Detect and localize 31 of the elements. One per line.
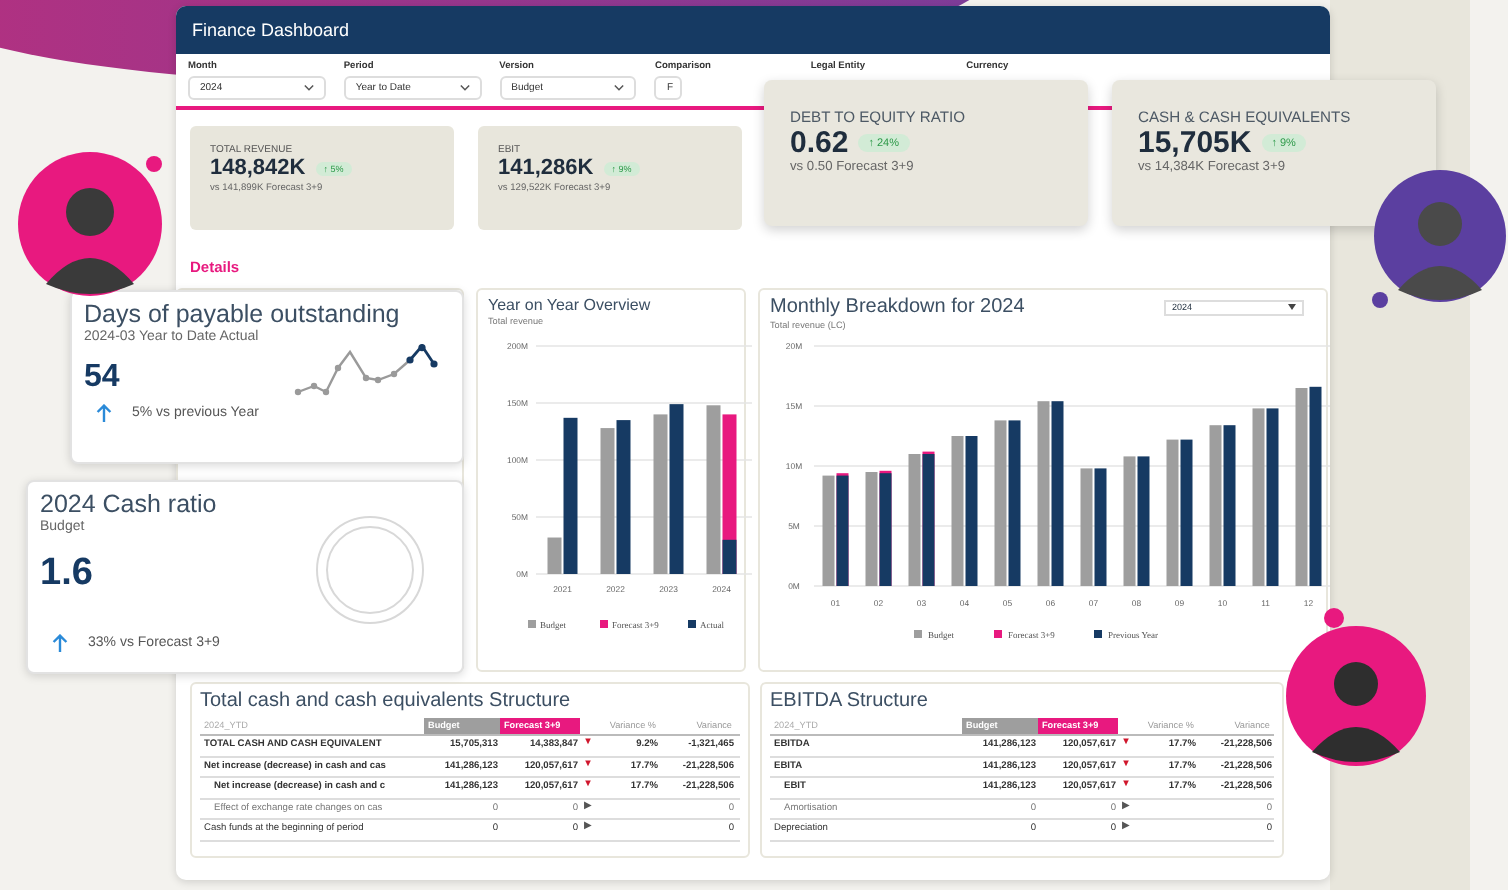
up-arrow-icon: [96, 404, 112, 422]
legend-swatch: [528, 620, 536, 628]
up-arrow-icon: [52, 634, 68, 652]
table-title: Total cash and cash equivalents Structure: [200, 690, 573, 712]
legend-swatch: [994, 630, 1002, 638]
avatar-icon: [1374, 170, 1506, 302]
legend-swatch: [914, 630, 922, 638]
avatar-icon: [18, 152, 162, 296]
legend-swatch: [1094, 630, 1102, 638]
kpi-value: 0.62: [790, 126, 849, 160]
kpi-value: 148,842K: [210, 156, 306, 180]
metric-value: 54: [84, 360, 120, 396]
caret-icon: [1288, 304, 1296, 310]
ring-gauge-drawing: [314, 514, 426, 626]
metric-value: 1.6: [40, 552, 93, 596]
table-title: EBITDA Structure: [770, 690, 930, 712]
decorative-dot: [146, 156, 162, 172]
chevron-icon: [614, 84, 625, 92]
kpi-value: 141,286K: [498, 156, 594, 180]
sparkline-drawing: [294, 344, 438, 396]
legend-swatch: [600, 620, 608, 628]
kpi-value: 15,705K: [1138, 126, 1252, 160]
chevron-icon: [303, 84, 314, 92]
avatar-icon: [1286, 626, 1426, 766]
card-title: Days of payable outstanding: [84, 300, 402, 328]
window-title: Finance Dashboard: [192, 20, 350, 40]
chart-title: Year on Year Overview: [488, 296, 653, 314]
legend-swatch: [688, 620, 696, 628]
card-title: 2024 Cash ratio: [40, 490, 219, 518]
chart-title: Monthly Breakdown for 2024: [770, 296, 1025, 318]
chevron-icon: [459, 84, 470, 92]
